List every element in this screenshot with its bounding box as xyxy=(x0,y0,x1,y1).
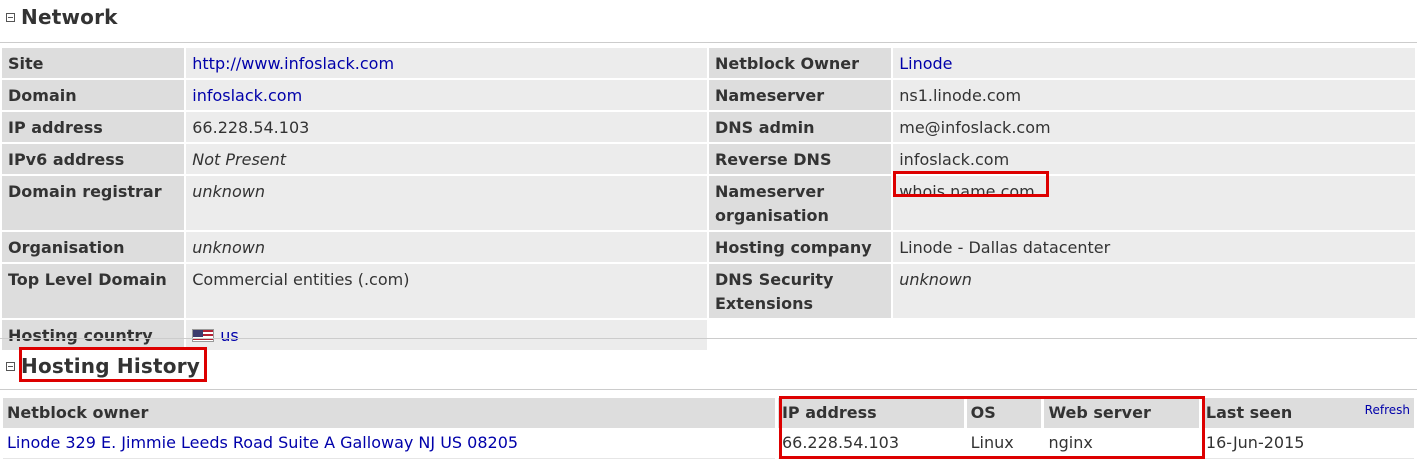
organisation-value: unknown xyxy=(186,232,707,264)
top-level-domain-label: Top Level Domain xyxy=(2,264,185,320)
network-section-title: Network xyxy=(21,5,118,29)
site-link[interactable]: http://www.infoslack.com xyxy=(192,54,394,73)
hosting-company-label: Hosting company xyxy=(708,232,892,264)
ip-address-column-header: IP address xyxy=(777,398,964,428)
netblock-owner-column-header: Netblock owner xyxy=(3,398,775,428)
hosting-history-section-title: Hosting History xyxy=(21,354,201,378)
reverse-dns-label: Reverse DNS xyxy=(708,144,892,176)
netblock-owner-link[interactable]: Linode xyxy=(899,54,952,73)
site-label: Site xyxy=(2,48,185,80)
web-server-cell: nginx xyxy=(1044,428,1199,459)
dns-admin-label: DNS admin xyxy=(708,112,892,144)
domain-label: Domain xyxy=(2,80,185,112)
ip-address-label: IP address xyxy=(2,112,185,144)
network-row: Domain infoslack.com Nameserver ns1.lino… xyxy=(2,80,1415,112)
domain-registrar-value: unknown xyxy=(186,176,707,232)
ip-address-value: 66.228.54.103 xyxy=(186,112,707,144)
collapse-icon[interactable] xyxy=(6,12,15,22)
network-row: IP address 66.228.54.103 DNS admin me@in… xyxy=(2,112,1415,144)
refresh-link[interactable]: Refresh xyxy=(1365,398,1410,422)
web-server-column-header: Web server xyxy=(1044,398,1199,428)
network-row: Hosting country us xyxy=(2,320,1415,350)
network-row: Domain registrar unknown Nameserver orga… xyxy=(2,176,1415,232)
empty-cell xyxy=(893,320,1415,350)
hosting-country-value[interactable]: us xyxy=(186,320,707,350)
hosting-history-header-row: Netblock owner IP address OS Web server … xyxy=(3,398,1414,428)
last-seen-cell: 16-Jun-2015 xyxy=(1201,428,1414,459)
domain-link[interactable]: infoslack.com xyxy=(192,86,302,105)
nameserver-organisation-value: whois.name.com xyxy=(893,176,1415,232)
hosting-country-link[interactable]: us xyxy=(220,326,238,345)
hosting-country-label: Hosting country xyxy=(2,320,185,350)
hosting-history-table: Netblock owner IP address OS Web server … xyxy=(0,398,1417,459)
divider xyxy=(0,42,1417,43)
network-row: Top Level Domain Commercial entities (.c… xyxy=(2,264,1415,320)
network-row: IPv6 address Not Present Reverse DNS inf… xyxy=(2,144,1415,176)
ipv6-address-value: Not Present xyxy=(186,144,707,176)
netblock-owner-label: Netblock Owner xyxy=(708,48,892,80)
netblock-owner-link[interactable]: Linode 329 E. Jimmie Leeds Road Suite A … xyxy=(7,433,518,452)
table-row: Linode 329 E. Jimmie Leeds Road Suite A … xyxy=(3,428,1414,459)
reverse-dns-value: infoslack.com xyxy=(893,144,1415,176)
os-column-header: OS xyxy=(966,398,1042,428)
domain-value[interactable]: infoslack.com xyxy=(186,80,707,112)
netblock-owner-value[interactable]: Linode xyxy=(893,48,1415,80)
empty-cell xyxy=(708,320,892,350)
us-flag-icon xyxy=(192,329,215,342)
ip-address-cell: 66.228.54.103 xyxy=(777,428,964,459)
dns-security-extensions-value: unknown xyxy=(893,264,1415,320)
hosting-company-value: Linode - Dallas datacenter xyxy=(893,232,1415,264)
nameserver-label: Nameserver xyxy=(708,80,892,112)
last-seen-label: Last seen xyxy=(1205,403,1293,422)
netblock-owner-cell[interactable]: Linode 329 E. Jimmie Leeds Road Suite A … xyxy=(3,428,775,459)
last-seen-column-header: Refresh Last seen xyxy=(1201,398,1414,428)
network-section-header: Network xyxy=(0,0,118,34)
dns-admin-value: me@infoslack.com xyxy=(893,112,1415,144)
site-value[interactable]: http://www.infoslack.com xyxy=(186,48,707,80)
os-cell: Linux xyxy=(966,428,1042,459)
network-table: Site http://www.infoslack.com Netblock O… xyxy=(0,48,1417,350)
hosting-history-section-header: Hosting History xyxy=(0,349,200,383)
nameserver-organisation-label: Nameserver organisation xyxy=(708,176,892,232)
divider xyxy=(0,389,1417,390)
dns-security-extensions-label: DNS Security Extensions xyxy=(708,264,892,320)
network-row: Site http://www.infoslack.com Netblock O… xyxy=(2,48,1415,80)
network-row: Organisation unknown Hosting company Lin… xyxy=(2,232,1415,264)
divider xyxy=(0,338,1417,339)
top-level-domain-value: Commercial entities (.com) xyxy=(186,264,707,320)
ipv6-address-label: IPv6 address xyxy=(2,144,185,176)
collapse-icon[interactable] xyxy=(6,361,15,371)
nameserver-value: ns1.linode.com xyxy=(893,80,1415,112)
domain-registrar-label: Domain registrar xyxy=(2,176,185,232)
organisation-label: Organisation xyxy=(2,232,185,264)
